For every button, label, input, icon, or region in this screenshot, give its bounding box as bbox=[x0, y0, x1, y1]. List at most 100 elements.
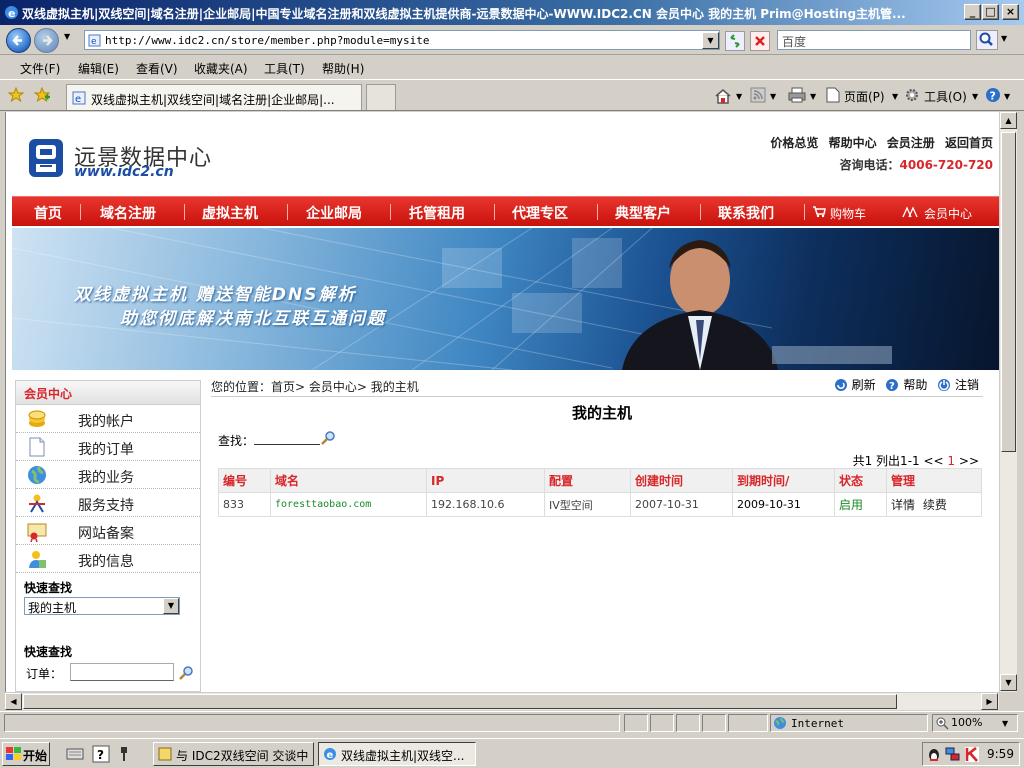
quick-find-select[interactable]: 我的主机 ▼ bbox=[24, 597, 180, 615]
nav-virtual-host[interactable]: 虚拟主机 bbox=[202, 203, 258, 223]
search-button[interactable] bbox=[976, 30, 998, 50]
minimize-button[interactable]: _ bbox=[964, 4, 981, 20]
tools-dropdown-icon[interactable]: ▼ bbox=[972, 92, 978, 101]
pagination-current-page[interactable]: 1 bbox=[947, 454, 955, 468]
pagination: 共1 列出1-1 << 1 >> bbox=[853, 452, 979, 469]
host-table: 编号 域名 IP 配置 创建时间 到期时间/ 状态 管理 833 forestt… bbox=[218, 468, 982, 517]
favorites-star-icon[interactable] bbox=[8, 87, 24, 103]
address-dropdown-button[interactable]: ▼ bbox=[702, 32, 719, 49]
host-search-input[interactable] bbox=[254, 444, 320, 445]
menu-view[interactable]: 查看(V) bbox=[136, 60, 178, 77]
help-link[interactable]: 帮助 bbox=[903, 378, 927, 392]
nav-separator bbox=[700, 204, 701, 220]
nav-customers[interactable]: 典型客户 bbox=[615, 203, 671, 223]
sidebar-item-label: 我的帐户 bbox=[78, 414, 134, 430]
help-icon[interactable]: ? bbox=[985, 87, 1001, 103]
nav-domain[interactable]: 域名注册 bbox=[100, 203, 156, 223]
chevron-down-icon[interactable]: ▼ bbox=[163, 598, 179, 614]
refresh-link[interactable]: 刷新 bbox=[852, 378, 876, 392]
feeds-icon[interactable] bbox=[750, 87, 766, 103]
qq-penguin-icon[interactable] bbox=[927, 747, 941, 762]
scroll-right-button[interactable]: ▶ bbox=[981, 693, 998, 710]
quicklaunch-pin-icon[interactable] bbox=[118, 745, 130, 763]
sidebar-item-account[interactable]: 我的帐户 bbox=[16, 405, 200, 433]
sidebar-item-business[interactable]: 我的业务 bbox=[16, 461, 200, 489]
taskbar-task-browser[interactable]: e 双线虚拟主机|双线空... bbox=[318, 742, 476, 766]
link-home[interactable]: 返回首页 bbox=[945, 136, 993, 150]
column-header-expires[interactable]: 到期时间/ bbox=[732, 468, 835, 493]
nav-contact[interactable]: 联系我们 bbox=[718, 203, 774, 223]
nav-member-center[interactable]: 会员中心 bbox=[924, 205, 972, 222]
taskbar-task-chat[interactable]: 与 IDC2双线空间 交谈中 bbox=[153, 742, 314, 766]
close-button[interactable]: × bbox=[1002, 4, 1019, 20]
link-help-center[interactable]: 帮助中心 bbox=[829, 136, 877, 150]
column-header-status: 状态 bbox=[834, 468, 887, 493]
sidebar-item-icp-filing[interactable]: 网站备案 bbox=[16, 517, 200, 545]
logout-link[interactable]: 注销 bbox=[955, 378, 979, 392]
horizontal-scrollbar[interactable]: ◀ ▶ bbox=[5, 692, 999, 710]
detail-link[interactable]: 详情 bbox=[891, 498, 915, 512]
start-button[interactable]: 开始 bbox=[2, 742, 50, 766]
nav-enterprise-mail[interactable]: 企业邮局 bbox=[306, 203, 362, 223]
menu-file[interactable]: 文件(F) bbox=[20, 60, 60, 77]
pagination-summary[interactable]: 共1 列出1-1 << bbox=[853, 454, 944, 468]
feeds-dropdown-icon[interactable]: ▼ bbox=[770, 92, 776, 101]
quicklaunch-help-icon[interactable]: ? bbox=[92, 745, 110, 763]
refresh-button[interactable] bbox=[725, 31, 745, 51]
pagination-next[interactable]: >> bbox=[959, 454, 979, 468]
nav-cart[interactable]: 购物车 bbox=[830, 205, 866, 222]
help-dropdown-icon[interactable]: ▼ bbox=[1004, 92, 1010, 101]
security-zone[interactable]: Internet bbox=[770, 714, 928, 732]
address-field[interactable]: e http://www.idc2.cn/store/member.php?mo… bbox=[84, 30, 720, 50]
menu-favorites[interactable]: 收藏夹(A) bbox=[194, 60, 248, 77]
nav-hosting[interactable]: 托管租用 bbox=[409, 203, 465, 223]
magnifier-icon[interactable] bbox=[178, 665, 194, 681]
tools-menu[interactable]: 工具(O) bbox=[924, 88, 967, 105]
scroll-up-button[interactable]: ▲ bbox=[1000, 112, 1017, 129]
horizontal-scroll-thumb[interactable] bbox=[23, 694, 897, 709]
quicklaunch-desktop-icon[interactable] bbox=[66, 746, 84, 762]
sidebar-item-support[interactable]: 服务支持 bbox=[16, 489, 200, 517]
promo-banner[interactable]: 双线虚拟主机 赠送智能DNS解析 助您彻底解决南北互联互通问题 bbox=[12, 228, 999, 370]
home-icon[interactable] bbox=[714, 87, 732, 105]
order-search-input[interactable] bbox=[70, 663, 174, 681]
forward-button[interactable] bbox=[34, 28, 59, 53]
add-favorite-icon[interactable] bbox=[34, 87, 50, 103]
link-register[interactable]: 会员注册 bbox=[887, 136, 935, 150]
vertical-scroll-thumb[interactable] bbox=[1001, 132, 1016, 452]
maximize-button[interactable]: □ bbox=[982, 4, 999, 20]
antivirus-k-icon[interactable] bbox=[965, 747, 979, 762]
tab-current[interactable]: e 双线虚拟主机|双线空间|域名注册|企业邮局|... bbox=[66, 84, 362, 110]
page-menu[interactable]: 页面(P) bbox=[844, 88, 885, 105]
scroll-left-button[interactable]: ◀ bbox=[5, 693, 22, 710]
page-dropdown-icon[interactable]: ▼ bbox=[892, 92, 898, 101]
sidebar-item-orders[interactable]: 我的订单 bbox=[16, 433, 200, 461]
link-price-overview[interactable]: 价格总览 bbox=[770, 136, 818, 150]
menu-edit[interactable]: 编辑(E) bbox=[78, 60, 119, 77]
zoom-control[interactable]: 100% ▼ bbox=[932, 714, 1018, 732]
site-logo-icon[interactable] bbox=[26, 136, 66, 180]
renew-link[interactable]: 续费 bbox=[923, 498, 947, 512]
search-options-dropdown-icon[interactable]: ▼ bbox=[1001, 34, 1007, 43]
print-dropdown-icon[interactable]: ▼ bbox=[810, 92, 816, 101]
nav-agent[interactable]: 代理专区 bbox=[512, 203, 568, 223]
network-icon[interactable] bbox=[945, 747, 961, 762]
vertical-scrollbar[interactable]: ▲ ▼ bbox=[999, 112, 1017, 692]
new-tab-button[interactable] bbox=[366, 84, 396, 110]
menu-help[interactable]: 帮助(H) bbox=[322, 60, 364, 77]
menu-tools[interactable]: 工具(T) bbox=[264, 60, 305, 77]
cell-domain[interactable]: foresttaobao.com bbox=[270, 492, 427, 517]
nav-home[interactable]: 首页 bbox=[34, 203, 62, 223]
magnifier-icon[interactable] bbox=[320, 430, 336, 446]
scroll-down-button[interactable]: ▼ bbox=[1000, 674, 1017, 691]
help-circle-icon: ? bbox=[886, 379, 899, 392]
zoom-dropdown-icon[interactable]: ▼ bbox=[1002, 719, 1008, 728]
history-dropdown-icon[interactable]: ▼ bbox=[64, 32, 70, 41]
print-icon[interactable] bbox=[788, 87, 806, 103]
sidebar-item-profile[interactable]: 我的信息 bbox=[16, 545, 200, 573]
home-dropdown-icon[interactable]: ▼ bbox=[736, 92, 742, 101]
stop-button[interactable] bbox=[750, 31, 770, 51]
back-button[interactable] bbox=[6, 28, 31, 53]
search-input[interactable]: 百度 bbox=[777, 30, 971, 50]
window-title-bar[interactable]: e 双线虚拟主机|双线空间|域名注册|企业邮局|中国专业域名注册和双线虚拟主机提… bbox=[0, 0, 1024, 25]
